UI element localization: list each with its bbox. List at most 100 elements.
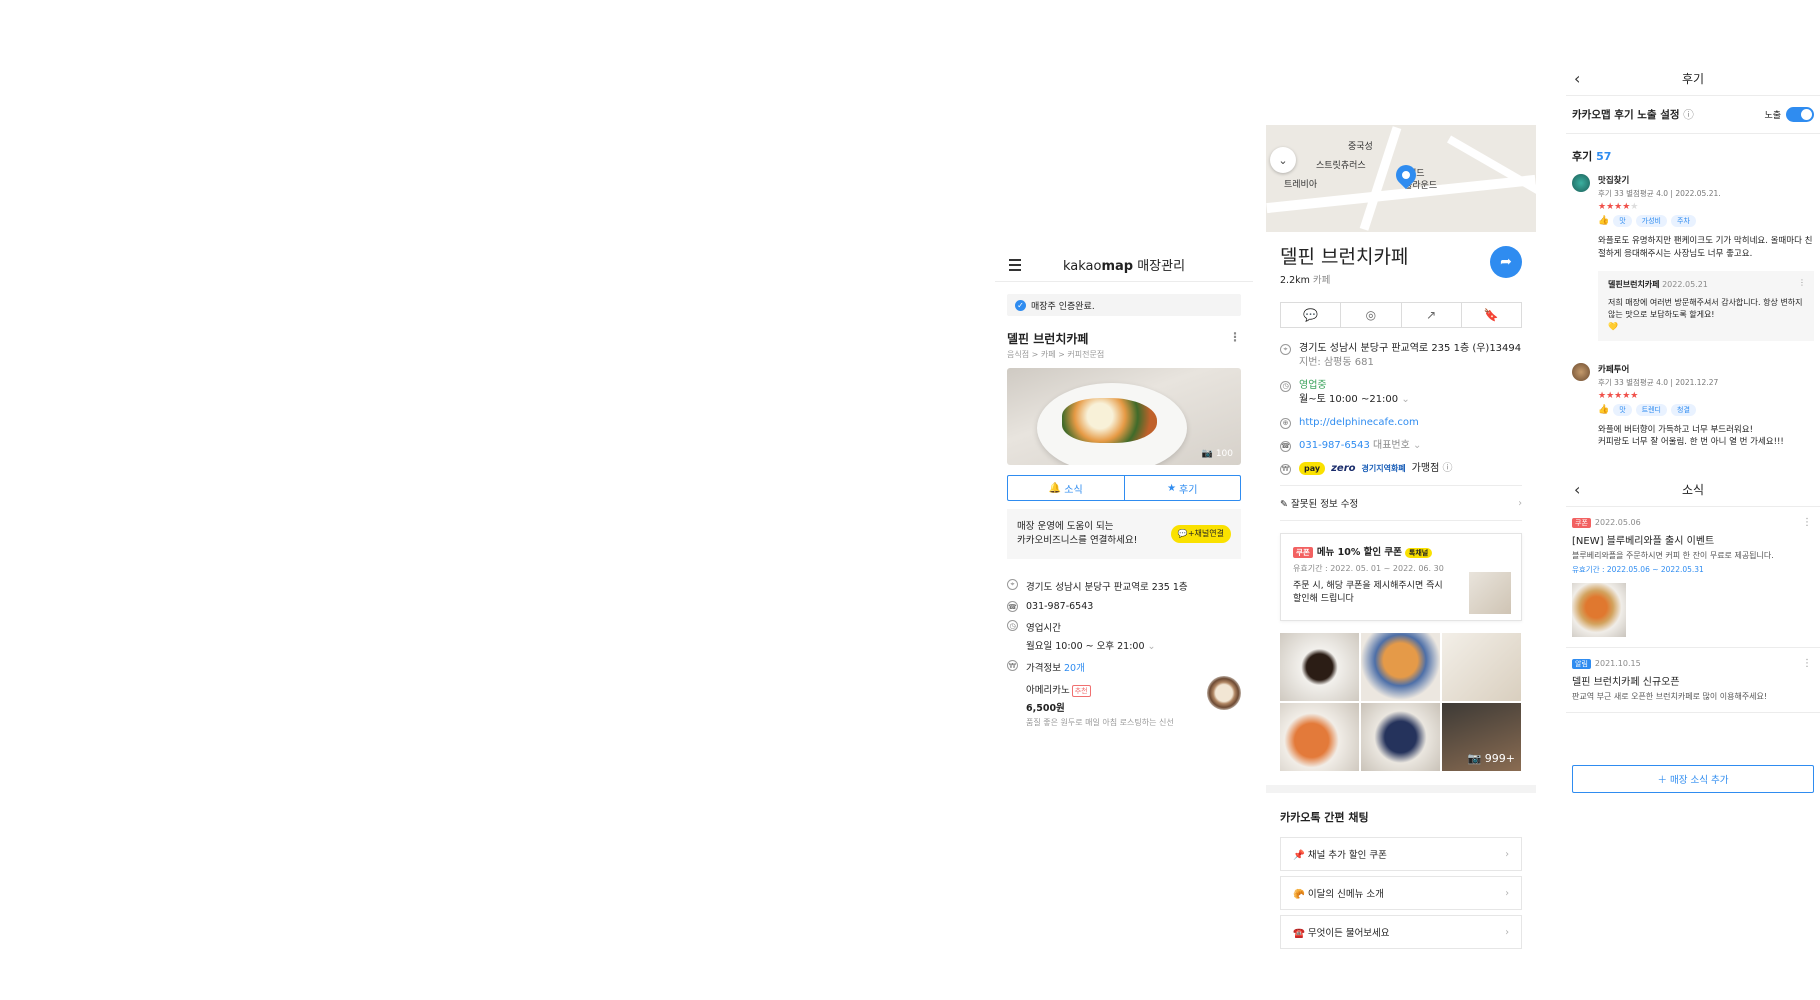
chevron-right-icon: › (1518, 497, 1522, 509)
menu-thumbnail[interactable] (1207, 676, 1241, 710)
review-meta: 후기 33 별점평균 4.0 | 2021.12.27 (1598, 377, 1719, 387)
news-title: 소식 (1681, 483, 1705, 497)
clock-icon: ◷ (1280, 381, 1291, 392)
help-icon[interactable]: ⓘ (1683, 109, 1694, 121)
more-icon[interactable]: ⋮ (1802, 517, 1812, 528)
reviews-panel: ‹ 후기 카카오맵 후기 노출 설정 ⓘ 노출 후기 57 맛집찾기 후기 33… (1566, 62, 1820, 942)
coupon-card[interactable]: 쿠폰 메뉴 10% 할인 쿠폰 톡채널 유효기간 : 2022. 05. 01 ~ … (1280, 533, 1522, 621)
review-text: 와플에 버터향이 가득하고 너무 부드러워요! 커피랑도 너무 잘 어울림. 한 … (1598, 424, 1784, 448)
more-icon[interactable]: ⋮ (1229, 330, 1241, 347)
mini-map[interactable]: ⌄ 중국성 스트릿츄러스 트레비아 텐드 플라운드 (1266, 125, 1536, 232)
chat-item[interactable]: 🥐 이달의 신메뉴 소개 › (1280, 876, 1522, 910)
news-item[interactable]: ⋮ 쿠폰 2022.05.06 [NEW] 블루베리와플 출시 이벤트 블루베리와… (1566, 507, 1820, 648)
phone-icon: ☎ (1007, 601, 1018, 612)
store-title-row: 델핀 브런치카페 ⋮ (1007, 330, 1241, 347)
menu-item[interactable]: 아메리카노 추천 (1026, 682, 1174, 697)
camera-icon: 📷 (1201, 449, 1213, 459)
hours-row[interactable]: ◷ 영업시간 월요일 10:00 ~ 오후 21:00 ⌄ (1007, 620, 1241, 652)
menu-price: 6,500원 (1026, 703, 1065, 714)
keyword-chips: 👍 맛 가성비 주차 (1598, 215, 1814, 227)
won-icon: ₩ (1007, 660, 1018, 671)
photo-count: 📷 100 (1201, 449, 1233, 459)
toggle-switch[interactable] (1786, 107, 1814, 122)
directions-icon[interactable]: ➦ (1490, 246, 1522, 278)
chevron-down-icon[interactable]: ⌄ (1413, 440, 1421, 451)
channel-connect-button[interactable]: 💬+채널연결 (1170, 525, 1231, 543)
back-arrow-icon[interactable]: ‹ (1574, 69, 1580, 88)
kakaopay-logo: pay (1299, 462, 1326, 476)
reviews-header: ‹ 후기 (1566, 62, 1820, 96)
homepage-row[interactable]: ⊕ http://delphinecafe.com (1280, 416, 1522, 430)
review-text: 와플로도 유명하지만 팬케이크도 기가 막히네요. 올때마다 친절하게 응대해주… (1598, 236, 1813, 259)
photo-thumb[interactable] (1280, 703, 1359, 771)
store-info: ⌖ 경기도 성남시 분당구 판교역로 235 1층 ☎ 031-987-6543 ◷… (1007, 579, 1241, 728)
news-header: ‹ 소식 (1566, 473, 1820, 507)
photo-thumb[interactable] (1442, 633, 1521, 701)
info-icon[interactable]: ⓘ (1442, 463, 1452, 474)
news-title-text: [NEW] 블루베리와플 출시 이벤트 (1572, 536, 1715, 547)
coupon-thumbnail (1469, 572, 1511, 614)
more-icon[interactable]: ⋮ (1798, 277, 1806, 289)
photo-thumb[interactable]: 📷 999+ (1442, 703, 1521, 771)
food-image (1062, 398, 1157, 443)
address-row: ⌖ 경기도 성남시 분당구 판교역로 235 1층 (1007, 579, 1241, 593)
news-item[interactable]: ⋮ 알림 2021.10.15 델핀 브런치카페 신규오픈 판교역 부근 새로 오… (1566, 648, 1820, 713)
news-desc: 판교역 부근 새로 오픈한 브런치카페로 많이 이용해주세요! (1572, 692, 1768, 701)
chat-item[interactable]: 📌 채널 추가 할인 쿠폰 › (1280, 837, 1522, 871)
price-row: ₩ 가격정보 20개 아메리카노 추천 6,500원 품질 좋은 원두로 매일 아… (1007, 660, 1241, 728)
chevron-right-icon: › (1505, 848, 1509, 860)
back-arrow-icon[interactable]: ‹ (1574, 480, 1580, 499)
chevron-down-icon[interactable]: ⌄ (1148, 641, 1156, 652)
tab-review[interactable]: ★ 후기 (1125, 476, 1241, 500)
business-promo: 매장 운영에 도움이 되는 카카오비즈니스를 연결하세요! 💬+채널연결 (1007, 509, 1241, 559)
manage-tabs: 🔔 소식 ★ 후기 (1007, 475, 1241, 501)
chevron-right-icon: › (1505, 926, 1509, 938)
visibility-toggle[interactable]: 노출 (1764, 107, 1814, 122)
phone-row[interactable]: ☎ 031-987-6543 대표번호 ⌄ (1280, 439, 1522, 453)
chevron-down-icon[interactable]: ⌄ (1270, 147, 1296, 173)
news-valid: 유효기간 : 2022.05.06 ~ 2022.05.31 (1572, 565, 1704, 574)
plus-icon: ＋ (1657, 775, 1667, 786)
bookmark-icon[interactable]: 🔖 (1462, 303, 1521, 327)
more-icon[interactable]: ⋮ (1802, 658, 1812, 669)
pencil-icon: ✎ (1280, 499, 1288, 510)
edit-info-row[interactable]: ✎ 잘못된 정보 수정 › (1280, 485, 1522, 521)
keyword-chips: 👍 맛 트렌디 청결 (1598, 403, 1814, 416)
chevron-down-icon[interactable]: ⌄ (1401, 394, 1409, 405)
talk-icon[interactable]: 💬 (1281, 303, 1342, 327)
reviewer-name: 카페투어 (1598, 364, 1630, 375)
map-marker-icon[interactable]: ◎ (1341, 303, 1402, 327)
map-label: 스트릿츄러스 (1316, 161, 1366, 171)
chat-title: 카카오톡 간편 채팅 (1280, 811, 1369, 824)
review-item: 맛집찾기 후기 33 별점평균 4.0 | 2022.05.21. ★★★★★ … (1572, 174, 1814, 341)
promo-text: 매장 운영에 도움이 되는 카카오비즈니스를 연결하세요! (1017, 521, 1138, 546)
store-photo[interactable]: 📷 100 (1007, 368, 1241, 465)
news-image[interactable] (1572, 583, 1626, 637)
photo-thumb[interactable] (1361, 633, 1440, 701)
coupon-desc: 주문 시, 해당 쿠폰을 제시해주시면 즉시 할인해 드립니다 (1293, 581, 1443, 604)
phone-row[interactable]: ☎ 031-987-6543 (1007, 601, 1241, 612)
add-news-button[interactable]: ＋ 매장 소식 추가 (1572, 765, 1814, 793)
manage-header: kakaomap 매장관리 (995, 248, 1253, 282)
gg-currency-logo: 경기지역화폐 (1361, 464, 1406, 473)
photo-thumb[interactable] (1280, 633, 1359, 701)
place-name: 델핀 브런치카페 (1280, 246, 1409, 268)
hamburger-menu-icon[interactable] (1009, 259, 1021, 274)
address-row: ⌖ 경기도 성남시 분당구 판교역로 235 1층 (우)13494 지번: 삼평… (1280, 342, 1522, 370)
reviewer-name: 맛집찾기 (1598, 176, 1630, 186)
won-icon: ₩ (1280, 464, 1291, 475)
hours-row[interactable]: ◷ 영업중 월~토 10:00 ~21:00 ⌄ (1280, 379, 1522, 407)
kakaomap-logo: kakaomap 매장관리 (1062, 259, 1186, 274)
avatar (1572, 174, 1590, 192)
action-bar: 💬 ◎ ↗ 🔖 (1280, 302, 1522, 328)
photo-thumb[interactable] (1361, 703, 1440, 771)
chat-item[interactable]: ☎️ 무엇이든 물어보세요 › (1280, 915, 1522, 949)
zeropay-logo: zero (1331, 463, 1356, 474)
chat-list: 📌 채널 추가 할인 쿠폰 › 🥐 이달의 신메뉴 소개 › ☎️ 무엇이든 물어보… (1280, 837, 1522, 949)
tab-news[interactable]: 🔔 소식 (1008, 476, 1125, 500)
photo-more-count: 📷 999+ (1467, 752, 1515, 765)
star-rating: ★★★★★ (1598, 390, 1639, 401)
share-icon[interactable]: ↗ (1402, 303, 1462, 327)
review-count: 후기 57 (1572, 150, 1612, 163)
divider (1266, 785, 1536, 793)
